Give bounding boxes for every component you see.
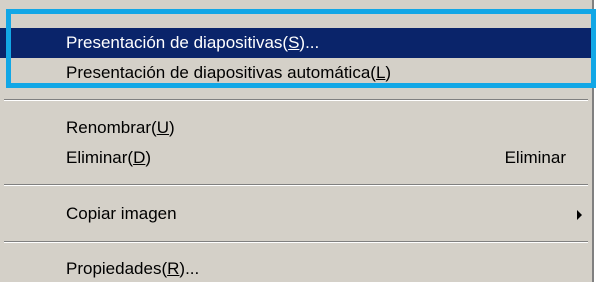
menu-item-properties-label: Propiedades( [66, 259, 168, 278]
menu-separator [4, 184, 588, 186]
menu-item-properties-accel: R [167, 259, 180, 278]
menu-item-slideshow-suffix: )... [299, 33, 320, 52]
menu-item-copy-image-label: Copiar imagen [66, 204, 177, 223]
menu-item-auto-slideshow-label: Presentación de diapositivas automática( [66, 63, 376, 82]
menu-item-slideshow-accel: S [288, 33, 300, 52]
menu-item-properties-suffix: )... [179, 259, 200, 278]
menu-item-auto-slideshow[interactable]: Presentación de diapositivas automática(… [0, 58, 592, 88]
context-menu: Presentación de diapositivas(S)... Prese… [0, 0, 594, 282]
menu-item-auto-slideshow-accel: L [375, 63, 386, 82]
menu-item-delete-shortcut: Eliminar [504, 148, 566, 167]
menu-item-rename-label: Renombrar( [66, 118, 157, 137]
menu-separator [4, 99, 588, 101]
menu-separator [4, 241, 588, 243]
menu-item-rename-suffix: ) [168, 118, 175, 137]
menu-item-rename-accel: U [156, 118, 169, 137]
menu-item-delete-suffix: ) [145, 148, 152, 167]
menu-item-rename[interactable]: Renombrar(U) [0, 113, 592, 143]
menu-item-delete[interactable]: Eliminar(D) Eliminar [0, 143, 592, 173]
menu-item-auto-slideshow-suffix: ) [385, 63, 392, 82]
menu-item-slideshow[interactable]: Presentación de diapositivas(S)... [0, 28, 592, 58]
menu-item-delete-label: Eliminar( [66, 148, 134, 167]
menu-item-properties[interactable]: Propiedades(R)... [0, 254, 592, 284]
menu-item-delete-accel: D [133, 148, 146, 167]
menu-item-copy-image[interactable]: Copiar imagen [0, 199, 592, 229]
menu-item-slideshow-label: Presentación de diapositivas( [66, 33, 289, 52]
submenu-arrow-icon [577, 210, 582, 220]
